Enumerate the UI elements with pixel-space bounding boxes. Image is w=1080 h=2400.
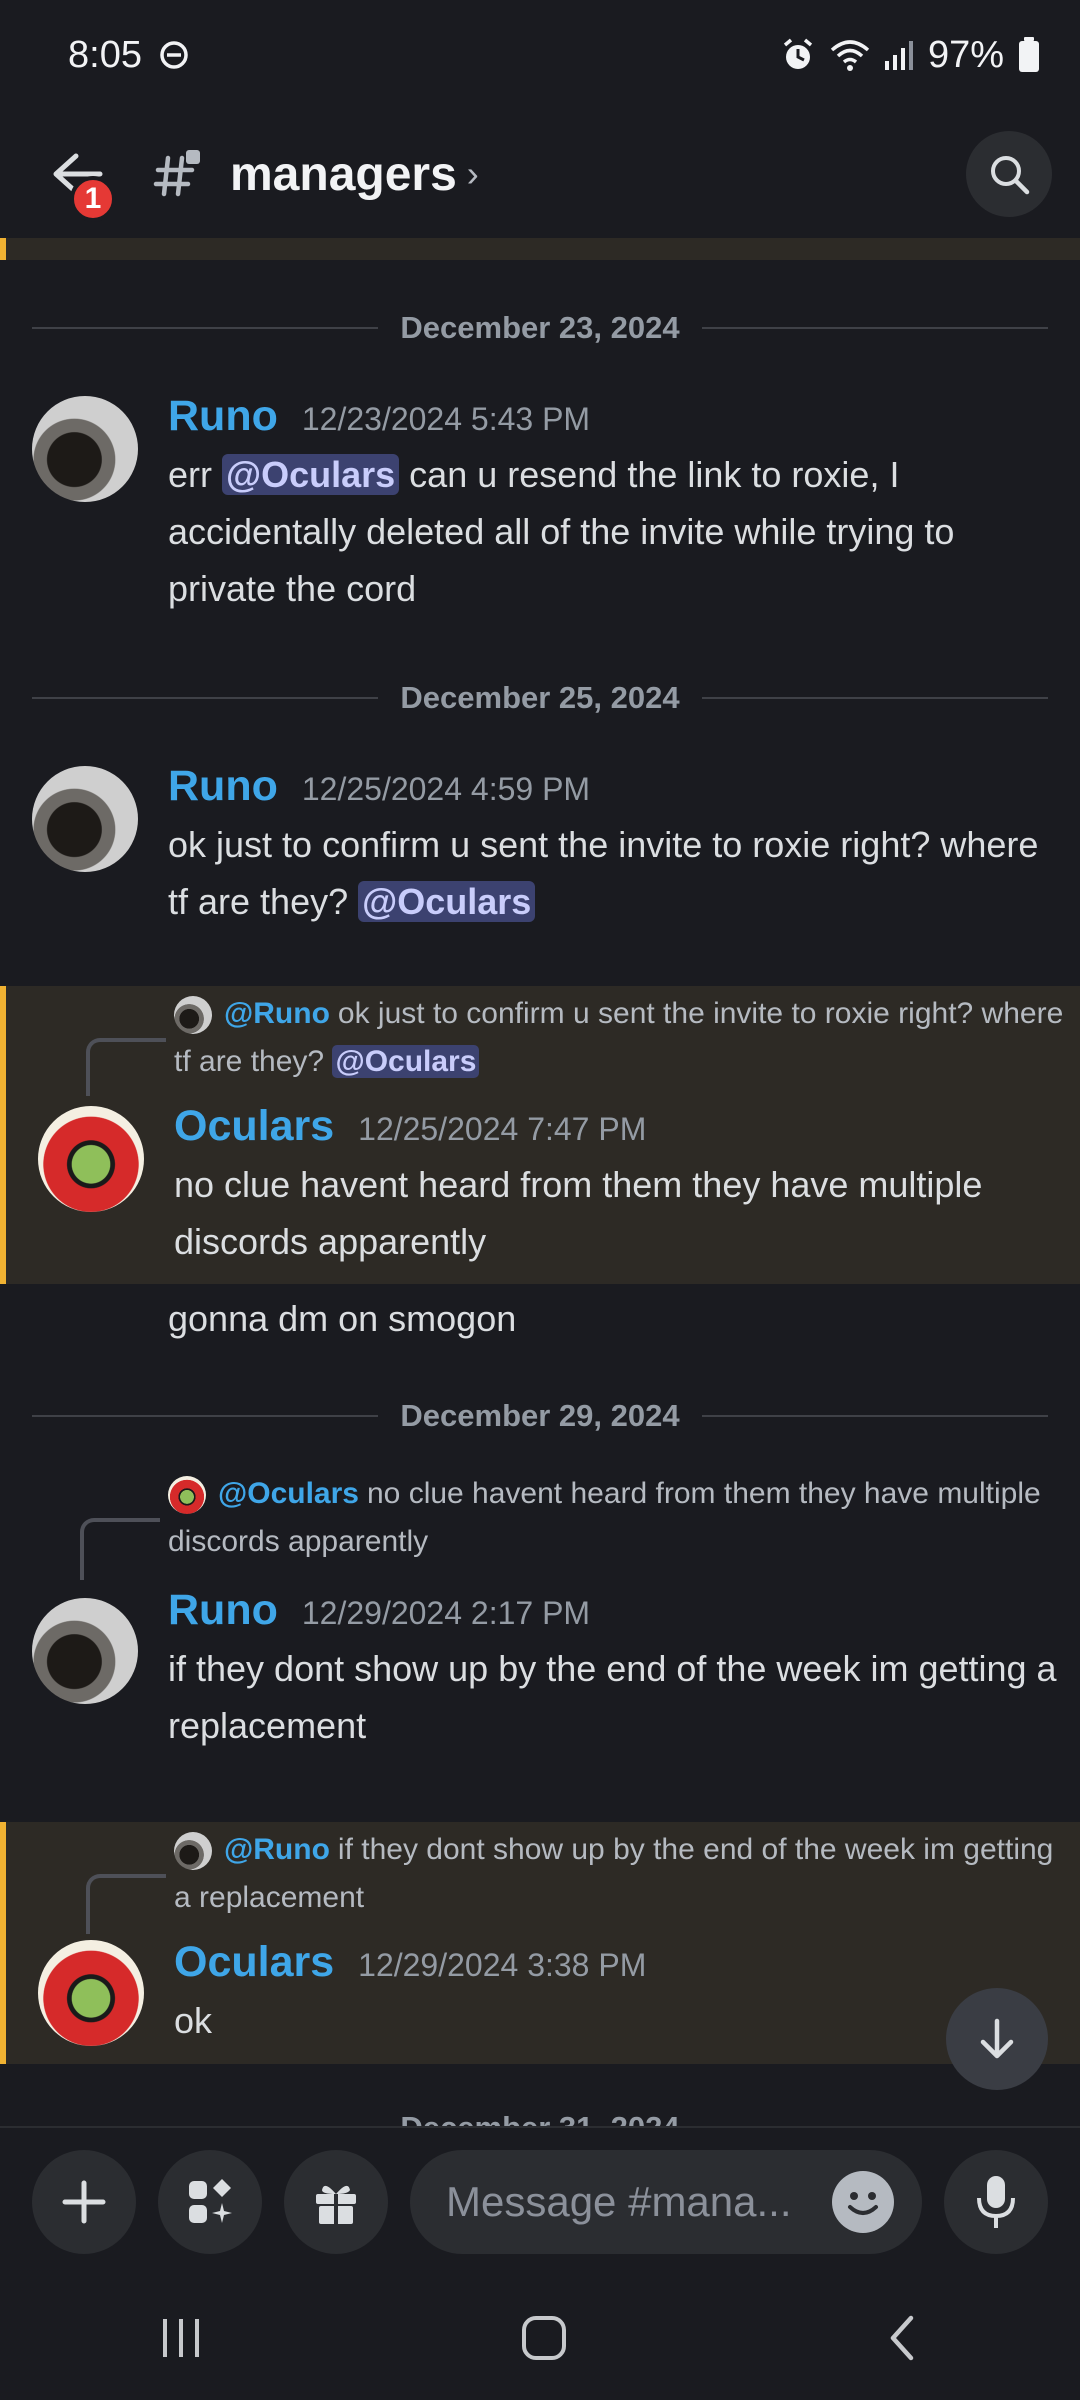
recent-apps-icon[interactable] <box>157 2315 205 2361</box>
signal-icon <box>884 41 913 70</box>
notification-badge: 1 <box>70 176 116 222</box>
home-icon[interactable] <box>520 2314 568 2362</box>
avatar[interactable] <box>38 1106 144 1212</box>
reply-preview[interactable]: @Oculars no clue havent heard from them t… <box>168 1470 1058 1566</box>
emoji-icon[interactable] <box>832 2171 894 2233</box>
timestamp: 12/25/2024 4:59 PM <box>301 771 591 807</box>
message-item[interactable]: gonna dm on smogon <box>0 1284 1080 1354</box>
message-text: ok just to confirm u sent the invite to … <box>168 824 1039 922</box>
search-button[interactable] <box>966 131 1052 217</box>
date-divider: December 29, 2024 <box>32 1396 1049 1436</box>
author-name[interactable]: Runo <box>168 1586 278 1635</box>
battery-icon <box>1019 37 1039 72</box>
plus-icon <box>62 2180 106 2224</box>
reply-avatar <box>168 1476 206 1515</box>
message-item-highlighted[interactable]: @Runo ok just to confirm u sent the invit… <box>0 986 1080 1284</box>
apps-icon <box>189 2179 232 2223</box>
battery-percent: 97% <box>927 33 1004 76</box>
timestamp: 12/29/2024 2:17 PM <box>301 1595 591 1631</box>
user-mention[interactable]: @Oculars <box>222 454 400 495</box>
date-label: December 25, 2024 <box>400 680 680 715</box>
reply-author[interactable]: @Runo <box>224 1833 330 1866</box>
apps-button[interactable] <box>158 2150 262 2254</box>
search-icon <box>991 156 1030 195</box>
message-item[interactable]: Runo 12/23/2024 5:43 PM err @Oculars can… <box>0 386 1080 636</box>
alarm-icon <box>783 38 813 69</box>
avatar[interactable] <box>32 1598 138 1704</box>
reply-preview[interactable]: @Runo ok just to confirm u sent the invit… <box>174 990 1064 1086</box>
user-mention[interactable]: @Oculars <box>332 1045 480 1078</box>
message-text: gonna dm on smogon <box>168 1298 517 1339</box>
user-mention[interactable]: @Oculars <box>358 881 536 922</box>
previous-message-stub <box>0 238 1080 260</box>
message-text: ok <box>174 2000 213 2041</box>
message-text: if they dont show up by the end of the w… <box>168 1648 1057 1746</box>
reply-avatar <box>174 996 212 1035</box>
message-text: err @Oculars can u resend the link to ro… <box>168 454 955 609</box>
author-name[interactable]: Runo <box>168 762 278 811</box>
timestamp: 12/25/2024 7:47 PM <box>358 1111 647 1147</box>
message-text: no clue havent heard from them they have… <box>174 1164 983 1262</box>
author-name[interactable]: Oculars <box>174 1938 334 1987</box>
message-input[interactable]: Message #mana... <box>410 2150 922 2254</box>
avatar[interactable] <box>32 396 138 502</box>
system-nav-bar <box>0 2276 1080 2400</box>
reply-avatar <box>174 1832 212 1871</box>
message-composer: Message #mana... <box>0 2126 1080 2276</box>
add-attachment-button[interactable] <box>32 2150 136 2254</box>
author-name[interactable]: Runo <box>168 392 278 441</box>
chevron-right-icon[interactable]: › <box>467 153 479 195</box>
reply-connector <box>86 1874 166 1934</box>
gift-icon <box>316 2185 356 2224</box>
back-nav-icon[interactable] <box>883 2314 923 2362</box>
channel-name[interactable]: managers <box>230 147 457 202</box>
do-not-disturb-icon <box>160 41 188 69</box>
channel-header: 1 managers › <box>0 110 1080 238</box>
status-bar: 8:05 97% <box>0 0 1080 110</box>
date-divider: December 23, 2024 <box>32 308 1049 348</box>
reply-connector <box>86 1038 166 1096</box>
date-label: December 29, 2024 <box>400 1398 680 1433</box>
reply-author[interactable]: @Oculars <box>218 1477 359 1510</box>
message-input-placeholder: Message #mana... <box>446 2178 792 2225</box>
author-name[interactable]: Oculars <box>174 1102 334 1151</box>
wifi-icon <box>830 40 870 71</box>
message-list[interactable]: December 23, 2024 Runo 12/23/2024 5:43 P… <box>0 238 1080 2126</box>
arrow-down-icon <box>980 2018 1014 2059</box>
reply-author[interactable]: @Runo <box>224 997 330 1030</box>
reply-connector <box>80 1518 160 1580</box>
hashtag-icon <box>153 150 200 197</box>
gift-button[interactable] <box>284 2150 388 2254</box>
date-divider-partial: December 31, 2024 <box>0 2108 1080 2126</box>
back-button[interactable]: 1 <box>28 126 124 222</box>
date-divider: December 25, 2024 <box>32 678 1049 718</box>
timestamp: 12/29/2024 3:38 PM <box>358 1947 647 1983</box>
jump-to-present-button[interactable] <box>946 1988 1048 2090</box>
avatar[interactable] <box>32 766 138 872</box>
reply-preview[interactable]: @Runo if they dont show up by the end of … <box>174 1826 1064 1922</box>
status-time: 8:05 <box>68 33 142 76</box>
date-label: December 23, 2024 <box>400 310 680 345</box>
timestamp: 12/23/2024 5:43 PM <box>301 401 591 437</box>
message-item[interactable]: @Oculars no clue havent heard from them t… <box>0 1470 1080 1770</box>
message-item[interactable]: Runo 12/25/2024 4:59 PM ok just to confi… <box>0 756 1080 956</box>
microphone-icon <box>977 2176 1015 2228</box>
avatar[interactable] <box>38 1940 144 2046</box>
voice-message-button[interactable] <box>944 2150 1048 2254</box>
message-item-highlighted[interactable]: @Runo if they dont show up by the end of … <box>0 1822 1080 2064</box>
